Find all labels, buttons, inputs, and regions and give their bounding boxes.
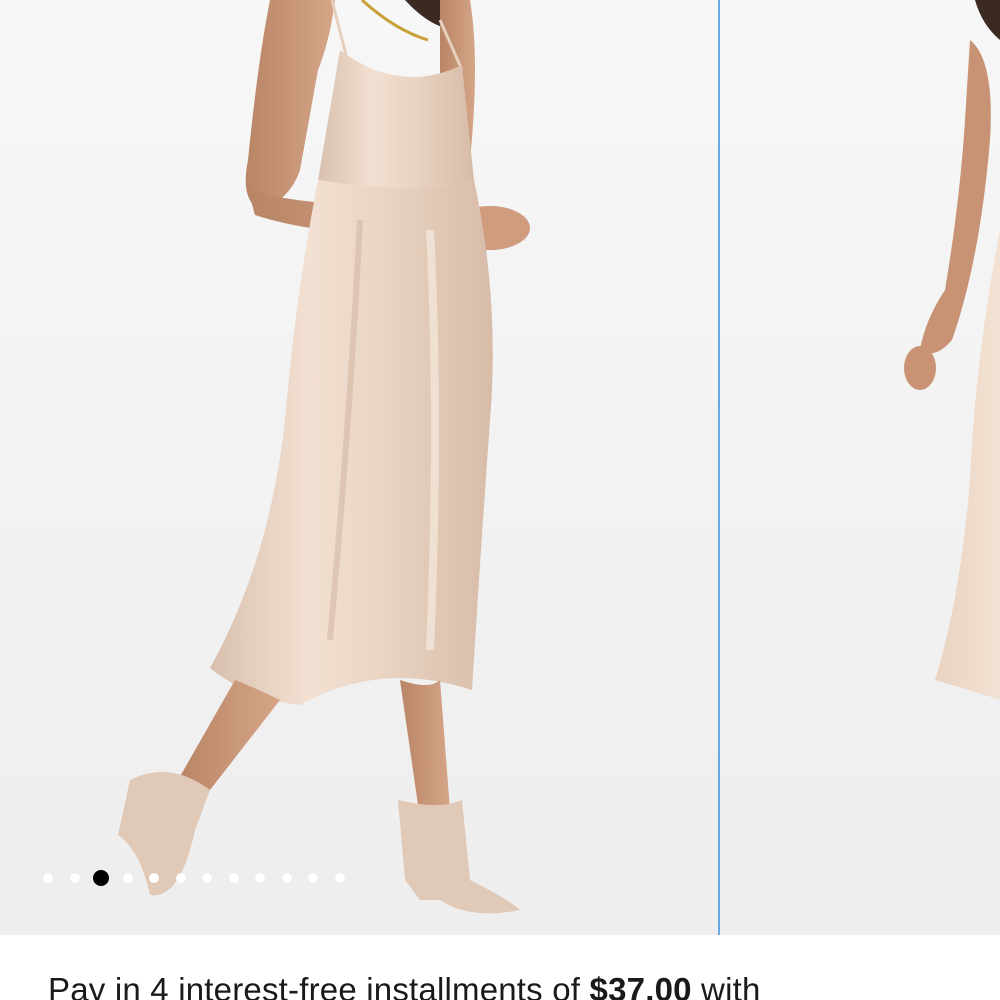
installment-price: $37.00 [589,971,692,1000]
pagination-dot-11[interactable] [308,873,318,883]
model-dress-front-image [118,0,530,914]
installment-payment-banner: Pay in 4 interest-free installments of $… [0,935,1000,1000]
pagination-dot-2[interactable] [69,873,80,883]
pagination-dot-8[interactable] [228,873,239,883]
gallery-pagination-dots[interactable] [43,870,361,886]
pagination-dot-4[interactable] [122,873,133,883]
product-image-gallery[interactable] [0,0,1000,935]
pagination-dot-10[interactable] [281,873,292,883]
pagination-dot-1[interactable] [43,873,53,883]
product-image-slide-2[interactable] [720,0,1000,935]
pagination-dot-6[interactable] [175,873,186,883]
installment-text: Pay in 4 interest-free installments of $… [48,971,761,1000]
model-dress-back-image [904,0,1000,700]
pagination-dot-5[interactable] [149,873,159,883]
installment-suffix: with [691,971,761,1000]
pagination-dot-9[interactable] [255,873,265,883]
product-image-slide-1[interactable] [0,0,718,935]
installment-prefix: Pay in 4 interest-free installments of [48,971,590,1000]
pagination-dot-7[interactable] [202,873,212,883]
pagination-dot-12[interactable] [334,873,345,883]
pagination-dot-3-active[interactable] [93,870,109,886]
